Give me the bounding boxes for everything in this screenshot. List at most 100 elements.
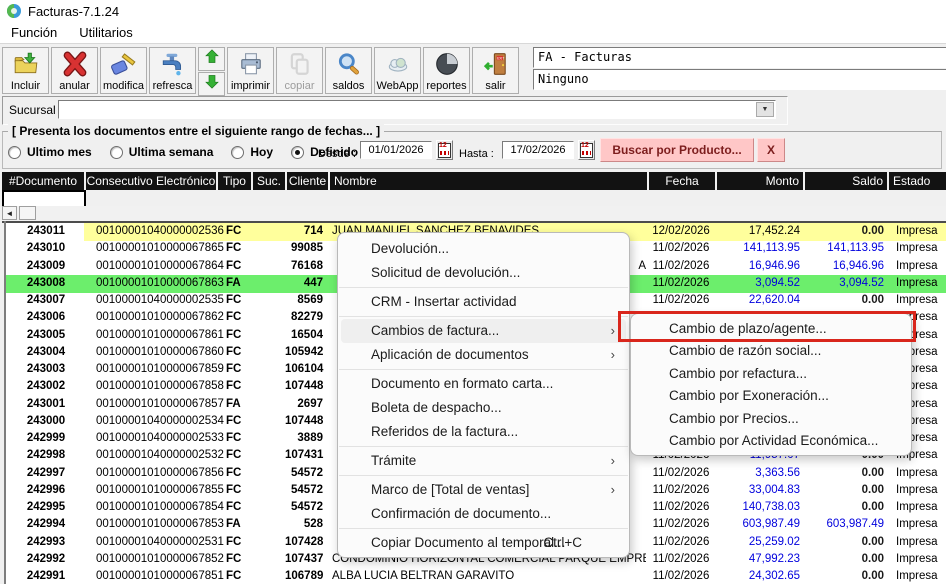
cell-cliente: 107428 <box>285 534 323 551</box>
toolbar-button-salir[interactable]: EXITsalir <box>472 47 519 94</box>
buscar-por-producto-button[interactable]: Buscar por Producto... <box>600 138 754 162</box>
context-menu-item-copiar-documento-al-temporal[interactable]: Copiar Documento al temporal...Ctrl+C <box>341 531 626 555</box>
cell-fecha: 11/02/2026 <box>647 499 715 516</box>
toolbar-button-refresca[interactable]: refresca <box>149 47 196 94</box>
cell-documento: 242997 <box>8 465 84 482</box>
context-menu-item-cambios-de-factura[interactable]: Cambios de factura...› <box>341 319 626 343</box>
column-header-monto[interactable]: Monto <box>717 172 803 190</box>
toolbar-button-webapp[interactable]: WebApp <box>374 47 421 94</box>
scroll-left-icon[interactable]: ◄ <box>2 206 17 220</box>
cell-fecha: 11/02/2026 <box>647 465 715 482</box>
context-menu-item-tr-mite[interactable]: Trámite › <box>341 449 626 473</box>
context-menu-item-crm-insertar-actividad[interactable]: CRM - Insertar actividad <box>341 290 626 314</box>
cell-consecutivo: 00100001040000002533 <box>96 430 224 447</box>
cell-tipo: FC <box>226 223 256 240</box>
cell-estado: Impresa <box>891 568 946 584</box>
cell-tipo: FC <box>226 499 256 516</box>
table-row[interactable]: 24299100100001010000067851FC106789ALBA L… <box>6 568 946 584</box>
context-menu-item-solicitud-de-devoluci-n[interactable]: Solicitud de devolución... <box>341 261 626 285</box>
context-menu-item-confirmaci-n-de-documento[interactable]: Confirmación de documento... <box>341 502 626 526</box>
submenu-arrow-icon: › <box>611 449 615 473</box>
menu-item-label: Copiar Documento al temporal... <box>371 535 565 550</box>
arrow-down-button[interactable] <box>198 72 225 96</box>
cell-consecutivo: 00100001010000067856 <box>96 465 224 482</box>
radio-hoy[interactable] <box>231 146 244 159</box>
cell-tipo: FC <box>226 430 256 447</box>
context-menu-item-marco-de-total-de-ventas[interactable]: Marco de [Total de ventas]› <box>341 478 626 502</box>
column-header-tipo[interactable]: Tipo <box>218 172 251 190</box>
column-header-saldo[interactable]: Saldo <box>805 172 887 190</box>
cell-estado: Impresa <box>891 482 946 499</box>
column-header-nombre[interactable]: Nombre <box>330 172 647 190</box>
scrollbar-thumb[interactable] <box>19 206 36 220</box>
submenu-item-cambio-por-actividad-econ-mica[interactable]: Cambio por Actividad Económica... <box>634 430 908 452</box>
cell-estado: Impresa <box>891 292 946 309</box>
horizontal-scrollbar[interactable]: ◄ <box>0 206 946 221</box>
context-menu-item-referidos-de-la-factura[interactable]: Referidos de la factura... <box>341 420 626 444</box>
cell-tipo: FC <box>226 447 256 464</box>
submenu-item-cambio-por-exoneraci-n[interactable]: Cambio por Exoneración... <box>634 385 908 407</box>
hasta-input[interactable]: 17/02/2026 <box>502 141 574 159</box>
app-icon <box>6 3 22 19</box>
submenu-item-cambio-de-raz-n-social[interactable]: Cambio de razón social... <box>634 340 908 362</box>
cell-cliente: 82279 <box>285 309 323 326</box>
cell-monto: 22,620.04 <box>718 292 800 309</box>
cell-documento: 243010 <box>8 240 84 257</box>
date-range-title: [ Presenta los documentos entre el sigui… <box>8 124 384 138</box>
clear-search-button[interactable]: X <box>757 138 785 162</box>
cell-tipo: FC <box>226 292 256 309</box>
column-header-suc[interactable]: Suc. <box>253 172 285 190</box>
toolbar-button-label: copiar <box>285 80 315 92</box>
chevron-down-icon[interactable]: ▼ <box>756 102 774 117</box>
cell-documento: 242995 <box>8 499 84 516</box>
cell-estado: Impresa <box>891 240 946 257</box>
toolbar-button-saldos[interactable]: saldos <box>325 47 372 94</box>
cell-tipo: FC <box>226 361 256 378</box>
toolbar-button-imprimir[interactable]: imprimir <box>227 47 274 94</box>
radio-ultimo-mes[interactable] <box>8 146 21 159</box>
toolbar-button-anular[interactable]: anular <box>51 47 98 94</box>
column-header-fecha[interactable]: Fecha <box>649 172 715 190</box>
submenu-item-cambio-por-refactura[interactable]: Cambio por refactura... <box>634 363 908 385</box>
desde-input[interactable]: 01/01/2026 <box>360 141 432 159</box>
submenu-arrow-icon: › <box>611 319 615 343</box>
toolbar-button-modifica[interactable]: modifica <box>100 47 147 94</box>
cell-saldo: 0.00 <box>804 223 884 240</box>
column-header-consecutivoelectrnico[interactable]: Consecutivo Electrónico <box>86 172 216 190</box>
cell-saldo: 0.00 <box>804 551 884 568</box>
menubar-item-funcin[interactable]: Función <box>0 23 68 42</box>
cell-consecutivo: 00100001010000067865 <box>96 240 224 257</box>
cell-consecutivo: 00100001010000067859 <box>96 361 224 378</box>
cell-documento: 242999 <box>8 430 84 447</box>
sucursal-combobox[interactable]: ▼ <box>58 100 776 119</box>
cell-tipo: FC <box>226 240 256 257</box>
cell-tipo: FC <box>226 534 256 551</box>
hasta-calendar-button[interactable] <box>578 140 595 160</box>
submenu-item-cambio-por-precios[interactable]: Cambio por Precios... <box>634 408 908 430</box>
context-menu-item-aplicaci-n-de-documentos[interactable]: Aplicación de documentos› <box>341 343 626 367</box>
menu-item-label: Boleta de despacho... <box>371 400 502 415</box>
context-menu-item-documento-en-formato-carta[interactable]: Documento en formato carta... <box>341 372 626 396</box>
filter-name-field[interactable]: Ninguno <box>533 69 946 90</box>
cell-estado: Impresa <box>891 516 946 533</box>
cell-tipo: FC <box>226 551 256 568</box>
desde-calendar-button[interactable] <box>436 140 453 160</box>
arrow-up-button[interactable] <box>198 47 225 71</box>
column-header-estado[interactable]: Estado <box>889 172 946 190</box>
toolbar-button-incluir[interactable]: Incluir <box>2 47 49 94</box>
menu-item-label: Trámite <box>371 453 416 468</box>
toolbar-button-reportes[interactable]: reportes <box>423 47 470 94</box>
context-menu-item-boleta-de-despacho[interactable]: Boleta de despacho... <box>341 396 626 420</box>
brush-icon <box>110 48 138 80</box>
radio-ultima-semana[interactable] <box>110 146 123 159</box>
context-menu-item-devoluci-n[interactable]: Devolución... <box>341 237 626 261</box>
radio-label: Hoy <box>250 145 273 159</box>
cell-monto: 603,987.49 <box>718 516 800 533</box>
menubar-item-utilitarios[interactable]: Utilitarios <box>68 23 143 42</box>
submenu-arrow-icon: › <box>611 343 615 367</box>
column-header-cliente[interactable]: Cliente <box>287 172 328 190</box>
doc-type-field[interactable]: FA - Facturas <box>533 47 946 68</box>
column-header-documento[interactable]: #Documento <box>2 172 84 190</box>
cell-consecutivo: 00100001010000067851 <box>96 568 224 584</box>
radio-definido[interactable] <box>291 146 304 159</box>
